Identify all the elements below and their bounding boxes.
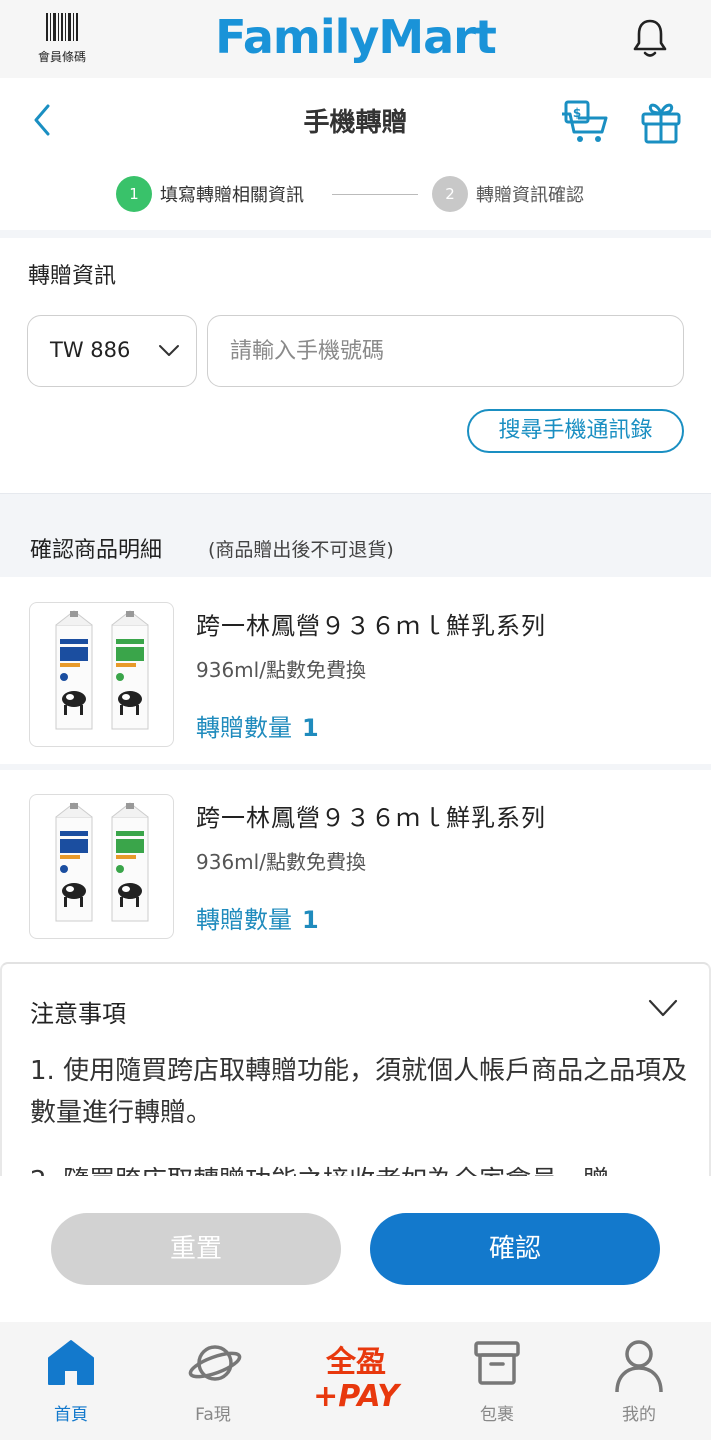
country-code-value: TW 886	[50, 338, 131, 362]
shopping-cart-icon[interactable]: $	[560, 98, 612, 144]
search-contacts-button[interactable]: 搜尋手機通訊錄	[467, 409, 684, 453]
product-detail-header: 確認商品明細 (商品贈出後不可退貨)	[0, 493, 711, 577]
product-name: 跨一林鳳營９３６ｍｌ鮮乳系列	[196, 804, 546, 832]
nav-item-fa-cash[interactable]: Fa現	[142, 1322, 284, 1440]
quantity-label: 轉贈數量	[196, 906, 292, 934]
product-detail-title: 確認商品明細	[30, 538, 163, 563]
step-connector	[332, 194, 418, 195]
chevron-down-icon	[159, 345, 179, 356]
nav-item-home[interactable]: 首頁	[0, 1322, 142, 1440]
phone-number-input[interactable]	[207, 315, 684, 387]
notice-item: 1. 使用隨買跨店取轉贈功能，須就個人帳戶商品之品項及數量進行轉贈。	[30, 1056, 688, 1128]
progress-stepper: 1 填寫轉贈相關資訊 2 轉贈資訊確認	[0, 162, 711, 230]
product-item: 跨一林鳳營９３６ｍｌ鮮乳系列 936ml/點數免費換 轉贈數量 1	[0, 770, 711, 956]
product-item: 跨一林鳳營９３６ｍｌ鮮乳系列 936ml/點數免費換 轉贈數量 1	[0, 578, 711, 764]
bell-icon[interactable]	[630, 16, 670, 60]
product-description: 936ml/點數免費換	[196, 658, 366, 682]
product-image	[29, 794, 174, 939]
page-header: 手機轉贈 $	[0, 78, 711, 162]
package-box-icon	[474, 1341, 520, 1385]
nav-label: 我的	[622, 1405, 656, 1425]
transfer-quantity: 轉贈數量 1	[196, 708, 319, 743]
planet-icon	[188, 1345, 242, 1381]
nav-label: 首頁	[54, 1405, 88, 1425]
top-brand-bar: 會員條碼 FamilyMart	[0, 0, 711, 78]
reset-button[interactable]: 重置	[51, 1213, 341, 1285]
quantity-value: 1	[302, 714, 319, 742]
nav-item-profile[interactable]: 我的	[568, 1322, 710, 1440]
confirm-button[interactable]: 確認	[370, 1213, 660, 1285]
notice-panel: 注意事項 1. 使用隨買跨店取轉贈功能，須就個人帳戶商品之品項及數量進行轉贈。 …	[0, 962, 711, 1178]
home-icon	[48, 1340, 94, 1385]
section-divider	[0, 230, 711, 238]
nav-label: Fa現	[195, 1405, 231, 1425]
action-bar: 重置 確認	[0, 1176, 711, 1322]
brand-logo: FamilyMart	[215, 10, 497, 64]
user-icon	[615, 1340, 663, 1393]
gift-icon[interactable]	[638, 98, 684, 144]
nav-label: 包裹	[480, 1405, 514, 1425]
step-2-indicator: 2	[432, 176, 468, 212]
nav-item-package[interactable]: 包裹	[426, 1322, 568, 1440]
transfer-quantity: 轉贈數量 1	[196, 900, 319, 935]
transfer-info-title: 轉贈資訊	[28, 264, 117, 289]
notice-title: 注意事項	[30, 1000, 126, 1028]
quantity-label: 轉贈數量	[196, 714, 292, 742]
step-1-label: 填寫轉贈相關資訊	[160, 185, 304, 206]
product-image	[29, 602, 174, 747]
no-return-note: (商品贈出後不可退貨)	[208, 539, 394, 561]
nav-item-quanying-pay[interactable]: 全盈 +PAY	[284, 1322, 426, 1440]
step-1-indicator: 1	[116, 176, 152, 212]
svg-text:+PAY: +PAY	[313, 1379, 402, 1412]
svg-text:全盈: 全盈	[325, 1345, 386, 1380]
chevron-down-icon[interactable]	[648, 998, 678, 1018]
quantity-value: 1	[302, 906, 319, 934]
product-name: 跨一林鳳營９３６ｍｌ鮮乳系列	[196, 612, 546, 640]
quanying-pay-logo: 全盈 +PAY	[313, 1345, 402, 1412]
bottom-navigation: 首頁 Fa現 全盈 +PAY 包裹 我的	[0, 1322, 711, 1440]
product-description: 936ml/點數免費換	[196, 850, 366, 874]
step-2-label: 轉贈資訊確認	[476, 185, 584, 206]
country-code-select[interactable]: TW 886	[27, 315, 197, 387]
